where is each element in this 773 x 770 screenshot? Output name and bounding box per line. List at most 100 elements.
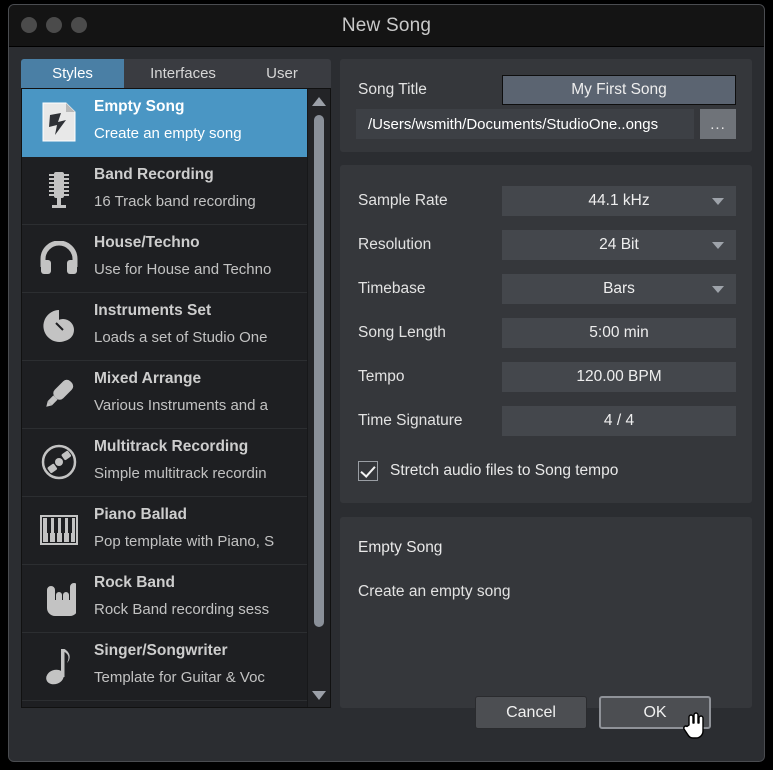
window-title: New Song	[341, 15, 432, 36]
list-item-desc: Rock Band recording sess	[94, 601, 270, 618]
dialog-body: Styles Interfaces User Empty Song Create…	[9, 47, 764, 761]
resolution-row: Resolution 24 Bit	[340, 223, 736, 267]
template-list-container: Empty Song Create an empty song Band Rec…	[21, 88, 331, 708]
song-title-value: My First Song	[571, 81, 667, 98]
stretch-audio-row[interactable]: Stretch audio files to Song tempo	[340, 461, 752, 481]
list-item-title: Empty Song	[94, 98, 185, 115]
tempo-label: Tempo	[358, 368, 405, 385]
template-browser: Styles Interfaces User Empty Song Create…	[21, 59, 331, 708]
time-signature-label: Time Signature	[358, 412, 463, 429]
list-item-desc: Simple multitrack recordin	[94, 465, 267, 482]
ok-button[interactable]: OK	[599, 696, 711, 729]
song-path-value: /Users/wsmith/Documents/StudioOne..ongs	[368, 115, 659, 133]
time-signature-row: Time Signature 4 / 4	[340, 399, 736, 443]
list-item-title: Instruments Set	[94, 302, 212, 319]
list-item-title: Multitrack Recording	[94, 438, 249, 455]
sample-rate-label: Sample Rate	[358, 192, 448, 209]
song-info-panel: Song Title My First Song /Users/wsmith/D…	[340, 59, 752, 152]
tab-user-label: User	[266, 65, 298, 82]
cancel-button-label: Cancel	[506, 703, 556, 721]
song-title-input[interactable]: My First Song	[502, 75, 736, 105]
chevron-down-icon	[712, 198, 724, 205]
resolution-label: Resolution	[358, 236, 432, 253]
list-item-desc: Create an empty song	[94, 125, 242, 142]
list-item[interactable]: Piano Ballad Pop template with Piano, S	[22, 497, 307, 565]
settings-field-list: Sample Rate 44.1 kHz Resolution 24 Bit T…	[340, 179, 752, 443]
list-item[interactable]: Empty Song Create an empty song	[22, 89, 307, 157]
timebase-row: Timebase Bars	[340, 267, 736, 311]
timebase-label: Timebase	[358, 280, 426, 297]
tab-user[interactable]: User	[242, 59, 322, 88]
tab-styles[interactable]: Styles	[21, 59, 124, 88]
chevron-down-icon	[712, 242, 724, 249]
song-length-value: 5:00 min	[589, 324, 649, 341]
song-path-row: /Users/wsmith/Documents/StudioOne..ongs …	[356, 109, 736, 139]
song-length-label: Song Length	[358, 324, 446, 341]
ok-button-label: OK	[643, 703, 667, 721]
piano-keys-icon	[36, 507, 82, 553]
list-item[interactable]: House/Techno Use for House and Techno	[22, 225, 307, 293]
list-item[interactable]: Multitrack Recording Simple multitrack r…	[22, 429, 307, 497]
new-song-dialog: New Song Styles Interfaces User Empty So…	[8, 4, 765, 762]
list-item[interactable]: Rock Band Rock Band recording sess	[22, 565, 307, 633]
list-item[interactable]: Instruments Set Loads a set of Studio On…	[22, 293, 307, 361]
window-titlebar: New Song	[9, 5, 764, 47]
list-item-desc: Loads a set of Studio One	[94, 329, 268, 346]
time-signature-input[interactable]: 4 / 4	[502, 406, 736, 436]
fader-icon	[36, 371, 82, 417]
ribbon-microphone-icon	[36, 167, 82, 213]
list-item-title: House/Techno	[94, 234, 200, 251]
cancel-button[interactable]: Cancel	[475, 696, 587, 729]
sample-rate-value: 44.1 kHz	[588, 192, 650, 209]
list-item-title: Mixed Arrange	[94, 370, 202, 387]
list-item-desc: Pop template with Piano, S	[94, 533, 275, 550]
list-item[interactable]: Mixed Arrange Various Instruments and a	[22, 361, 307, 429]
resolution-value: 24 Bit	[599, 236, 639, 253]
tab-interfaces-label: Interfaces	[150, 65, 216, 82]
song-path-input[interactable]: /Users/wsmith/Documents/StudioOne..ongs	[356, 109, 694, 139]
headphones-icon	[36, 235, 82, 281]
empty-song-icon	[36, 99, 82, 145]
list-item-title: Singer/Songwriter	[94, 642, 228, 659]
list-item-desc: 16 Track band recording	[94, 193, 256, 210]
tab-styles-label: Styles	[52, 65, 93, 82]
sample-rate-row: Sample Rate 44.1 kHz	[340, 179, 736, 223]
list-item-title: Piano Ballad	[94, 506, 188, 523]
resolution-select[interactable]: 24 Bit	[502, 230, 736, 260]
list-item-title: Band Recording	[94, 166, 214, 183]
tab-interfaces[interactable]: Interfaces	[124, 59, 242, 88]
tempo-value: 120.00 BPM	[576, 368, 662, 385]
song-settings-column: Song Title My First Song /Users/wsmith/D…	[340, 59, 752, 708]
song-title-label: Song Title	[358, 81, 427, 98]
scrollbar-thumb[interactable]	[314, 115, 324, 627]
list-scrollbar[interactable]	[307, 89, 330, 707]
song-title-row: Song Title My First Song	[340, 59, 752, 109]
knob-icon	[36, 303, 82, 349]
timebase-select[interactable]: Bars	[502, 274, 736, 304]
tempo-input[interactable]: 120.00 BPM	[502, 362, 736, 392]
description-text: Create an empty song	[358, 583, 511, 600]
list-item-title: Rock Band	[94, 574, 175, 591]
browse-button-label: ...	[710, 115, 726, 133]
description-title: Empty Song	[358, 539, 443, 556]
sample-rate-select[interactable]: 44.1 kHz	[502, 186, 736, 216]
list-item-desc: Various Instruments and a	[94, 397, 268, 414]
time-signature-value: 4 / 4	[603, 412, 635, 429]
list-item[interactable]: Band Recording 16 Track band recording	[22, 157, 307, 225]
disc-icon	[36, 439, 82, 485]
template-list: Empty Song Create an empty song Band Rec…	[22, 89, 307, 707]
audio-settings-panel: Sample Rate 44.1 kHz Resolution 24 Bit T…	[340, 165, 752, 503]
browser-tabs: Styles Interfaces User	[21, 59, 331, 88]
song-length-row: Song Length 5:00 min	[340, 311, 736, 355]
tempo-row: Tempo 120.00 BPM	[340, 355, 736, 399]
chevron-down-icon	[712, 286, 724, 293]
song-length-input[interactable]: 5:00 min	[502, 318, 736, 348]
timebase-value: Bars	[603, 280, 635, 297]
stretch-audio-label: Stretch audio files to Song tempo	[390, 462, 619, 479]
scroll-up-arrow[interactable]	[308, 91, 330, 111]
list-item-desc: Use for House and Techno	[94, 261, 272, 278]
stretch-audio-checkbox[interactable]	[358, 461, 378, 481]
browse-button[interactable]: ...	[700, 109, 736, 139]
rock-hand-icon	[36, 575, 82, 621]
dialog-footer: Cancel OK	[9, 676, 764, 761]
